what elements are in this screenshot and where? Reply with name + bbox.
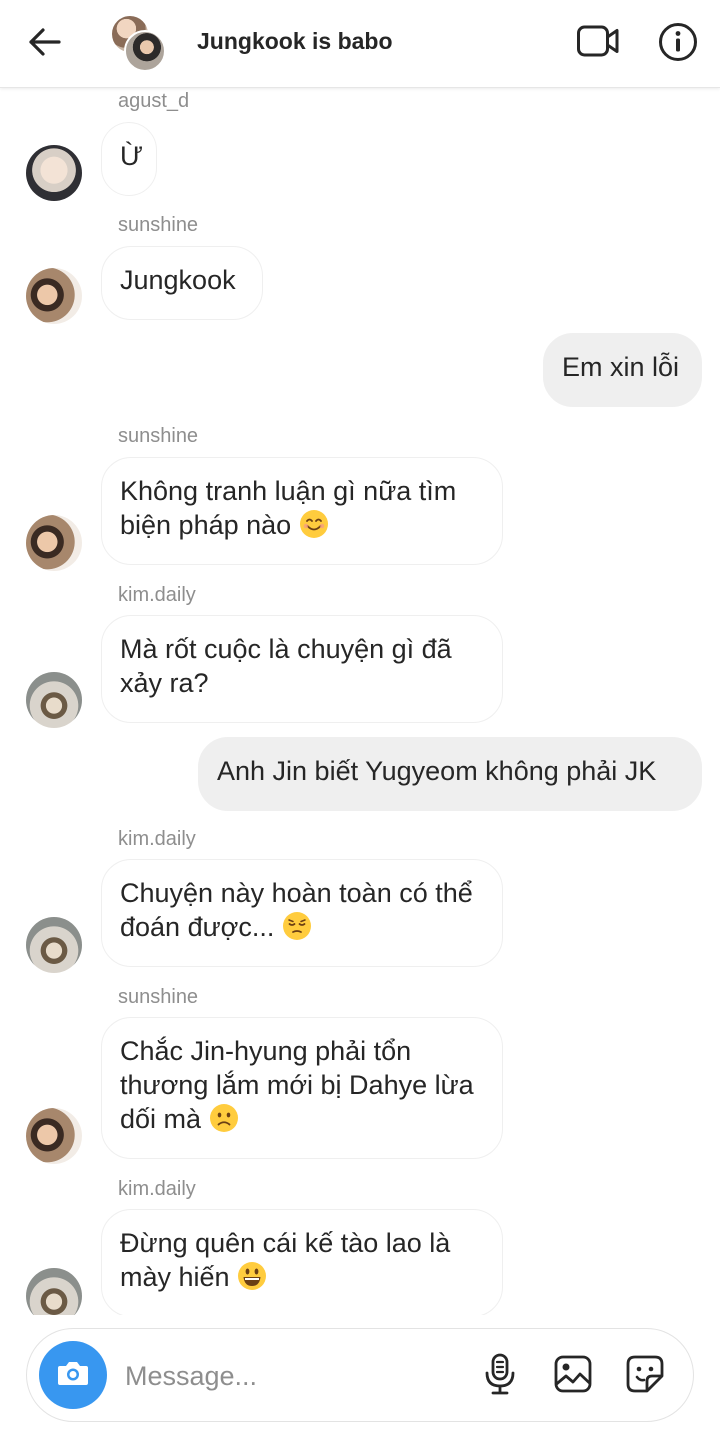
message-bubble[interactable]: Chắc Jin-hyung phải tổn thương lắm mới b… xyxy=(101,1017,503,1159)
frowning-face-emoji xyxy=(209,1103,239,1133)
chat-header: Jungkook is babo xyxy=(0,0,720,88)
message-bubble[interactable]: Không tranh luận gì nữa tìm biện pháp nà… xyxy=(101,457,503,565)
message-composer xyxy=(26,1328,694,1422)
microphone-icon xyxy=(483,1353,517,1400)
message-bubble-outgoing[interactable]: Anh Jin biết Yugyeom không phải JK xyxy=(198,737,702,811)
message-text: Không tranh luận gì nữa tìm biện pháp nà… xyxy=(120,476,457,540)
message-bubble-outgoing[interactable]: Em xin lỗi xyxy=(543,333,702,407)
sender-name: kim.daily xyxy=(118,584,196,606)
pensive-face-emoji xyxy=(282,911,312,941)
message-thread[interactable]: agust_d Ừ sunshine Jungkook Em xin lỗi s… xyxy=(0,88,720,1315)
sender-name: agust_d xyxy=(118,90,190,112)
image-icon xyxy=(553,1354,593,1399)
sender-name: sunshine xyxy=(118,986,199,1008)
back-button[interactable] xyxy=(22,24,66,64)
grinning-face-emoji xyxy=(237,1261,267,1291)
group-avatar[interactable] xyxy=(108,14,168,72)
message-bubble[interactable]: Jungkook xyxy=(101,246,263,320)
message-bubble[interactable]: Đừng quên cái kế tào lao là mày hiến xyxy=(101,1209,503,1315)
gallery-button[interactable] xyxy=(550,1353,596,1399)
chat-title[interactable]: Jungkook is babo xyxy=(197,28,393,55)
sender-name: kim.daily xyxy=(118,828,196,850)
message-bubble[interactable]: Mà rốt cuộc là chuyện gì đã xảy ra? xyxy=(101,615,503,723)
video-call-button[interactable] xyxy=(572,22,624,64)
avatar[interactable] xyxy=(26,1108,82,1164)
sender-name: sunshine xyxy=(118,425,199,447)
microphone-button[interactable] xyxy=(477,1353,523,1399)
camera-icon xyxy=(56,1358,90,1393)
smiling-face-emoji xyxy=(299,509,329,539)
message-bubble[interactable]: Chuyện này hoàn toàn có thể đoán được... xyxy=(101,859,503,967)
info-button[interactable] xyxy=(656,22,700,66)
avatar[interactable] xyxy=(26,515,82,571)
avatar[interactable] xyxy=(26,268,82,324)
sender-name: sunshine xyxy=(118,214,199,236)
sticker-icon xyxy=(625,1354,665,1399)
camera-button[interactable] xyxy=(39,1341,107,1409)
arrow-left-icon xyxy=(27,27,61,62)
sticker-button[interactable] xyxy=(622,1353,668,1399)
message-text: Đừng quên cái kế tào lao là mày hiến xyxy=(120,1228,451,1292)
avatar[interactable] xyxy=(26,672,82,728)
video-camera-icon xyxy=(576,24,620,63)
avatar[interactable] xyxy=(26,917,82,973)
avatar[interactable] xyxy=(26,145,82,201)
message-input[interactable] xyxy=(123,1351,463,1401)
sender-name: kim.daily xyxy=(118,1178,196,1200)
info-icon xyxy=(658,22,698,67)
avatar[interactable] xyxy=(26,1268,82,1315)
message-text: Chắc Jin-hyung phải tổn thương lắm mới b… xyxy=(120,1036,474,1134)
member-avatar-front xyxy=(124,30,166,72)
message-bubble[interactable]: Ừ xyxy=(101,122,157,196)
